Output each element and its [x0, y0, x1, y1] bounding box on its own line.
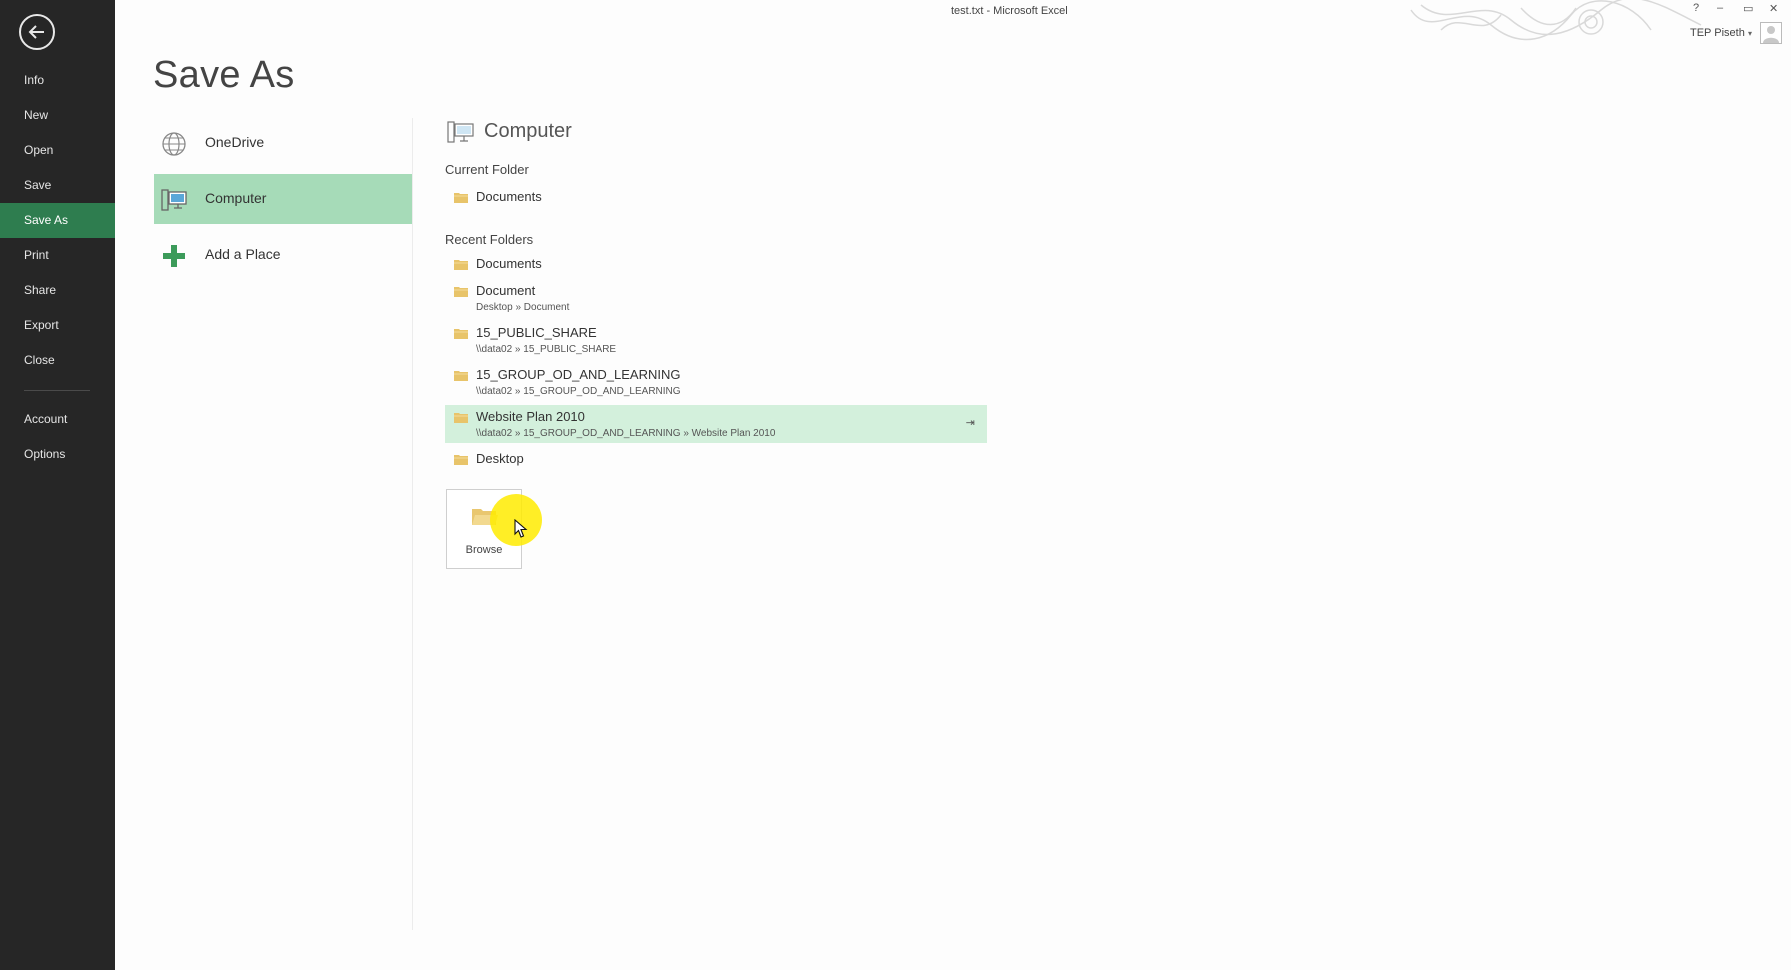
- place-computer[interactable]: Computer: [154, 174, 412, 224]
- place-label: Add a Place: [205, 246, 281, 262]
- current-folder-item[interactable]: Documents: [445, 185, 987, 223]
- browse-label: Browse: [465, 544, 503, 556]
- minimize-button[interactable]: –: [1717, 2, 1723, 14]
- folder-path: \\data02 » 15_PUBLIC_SHARE: [476, 344, 617, 355]
- back-arrow-icon: [28, 25, 44, 39]
- window-title: test.txt - Microsoft Excel: [951, 5, 1068, 17]
- recent-folder-item[interactable]: Document Desktop » Document: [445, 279, 987, 317]
- panel-header: Computer: [445, 118, 1005, 148]
- folder-name: Document: [476, 283, 536, 298]
- chevron-down-icon[interactable]: ▾: [1748, 29, 1752, 38]
- pin-icon[interactable]: ⇥: [966, 416, 975, 429]
- nav-item-close[interactable]: Close: [0, 343, 115, 378]
- folder-path: \\data02 » 15_GROUP_OD_AND_LEARNING: [476, 386, 681, 397]
- nav-item-info[interactable]: Info: [0, 63, 115, 98]
- recent-folder-item[interactable]: Desktop: [445, 447, 987, 485]
- office-theme-decoration: [1410, 0, 1702, 41]
- computer-panel: Computer: [445, 118, 1005, 148]
- current-folder-heading: Current Folder: [445, 162, 529, 177]
- computer-icon: [161, 189, 187, 211]
- page-title: Save As: [153, 54, 295, 96]
- folder-icon: [454, 413, 468, 423]
- person-icon: [1763, 26, 1779, 43]
- user-name[interactable]: TEP Piseth: [1690, 27, 1745, 39]
- nav-item-options[interactable]: Options: [0, 437, 115, 472]
- nav-item-save-as[interactable]: Save As: [0, 203, 115, 238]
- place-label: OneDrive: [205, 134, 265, 150]
- help-button[interactable]: ?: [1693, 2, 1699, 14]
- plus-icon: [163, 245, 185, 267]
- places-list: OneDrive Computer Add a Place: [154, 118, 412, 286]
- excel-backstage: Info New Open Save Save As Print Share E…: [0, 0, 1791, 970]
- backstage-nav: Info New Open Save Save As Print Share E…: [0, 0, 115, 970]
- folder-name: 15_PUBLIC_SHARE: [476, 325, 597, 340]
- nav-item-save[interactable]: Save: [0, 168, 115, 203]
- nav-item-new[interactable]: New: [0, 98, 115, 133]
- folder-name: Website Plan 2010: [476, 409, 585, 424]
- folder-name: Documents: [476, 189, 542, 204]
- folder-name: 15_GROUP_OD_AND_LEARNING: [476, 367, 681, 382]
- back-button[interactable]: [19, 14, 55, 50]
- place-label: Computer: [205, 190, 267, 206]
- folder-icon: [454, 329, 468, 339]
- panel-title: Computer: [484, 120, 572, 142]
- folder-icon: [454, 193, 468, 203]
- nav-item-open[interactable]: Open: [0, 133, 115, 168]
- folder-name: Documents: [476, 256, 542, 271]
- avatar[interactable]: [1760, 22, 1782, 44]
- recent-folder-item[interactable]: 15_GROUP_OD_AND_LEARNING \\data02 » 15_G…: [445, 363, 987, 401]
- folder-icon: [454, 371, 468, 381]
- mouse-pointer-icon: [514, 519, 528, 538]
- folder-icon: [454, 287, 468, 297]
- globe-icon: [162, 132, 186, 156]
- folder-name: Desktop: [476, 451, 524, 466]
- close-button[interactable]: ✕: [1769, 2, 1778, 15]
- place-onedrive[interactable]: OneDrive: [154, 118, 412, 168]
- nav-item-print[interactable]: Print: [0, 238, 115, 273]
- column-divider: [412, 118, 413, 930]
- nav-item-share[interactable]: Share: [0, 273, 115, 308]
- nav-divider: [24, 390, 90, 391]
- folder-icon: [454, 260, 468, 270]
- recent-folders-heading: Recent Folders: [445, 232, 534, 247]
- recent-folder-item[interactable]: 15_PUBLIC_SHARE \\data02 » 15_PUBLIC_SHA…: [445, 321, 987, 359]
- folder-path: Desktop » Document: [476, 302, 570, 313]
- nav-item-account[interactable]: Account: [0, 402, 115, 437]
- restore-button[interactable]: ▭: [1743, 2, 1753, 15]
- folder-icon: [454, 455, 468, 465]
- place-add-a-place[interactable]: Add a Place: [154, 230, 412, 280]
- folder-path: \\data02 » 15_GROUP_OD_AND_LEARNING » We…: [476, 428, 776, 439]
- recent-folder-item-highlighted[interactable]: Website Plan 2010 \\data02 » 15_GROUP_OD…: [445, 405, 987, 443]
- nav-item-export[interactable]: Export: [0, 308, 115, 343]
- computer-icon: [447, 121, 474, 143]
